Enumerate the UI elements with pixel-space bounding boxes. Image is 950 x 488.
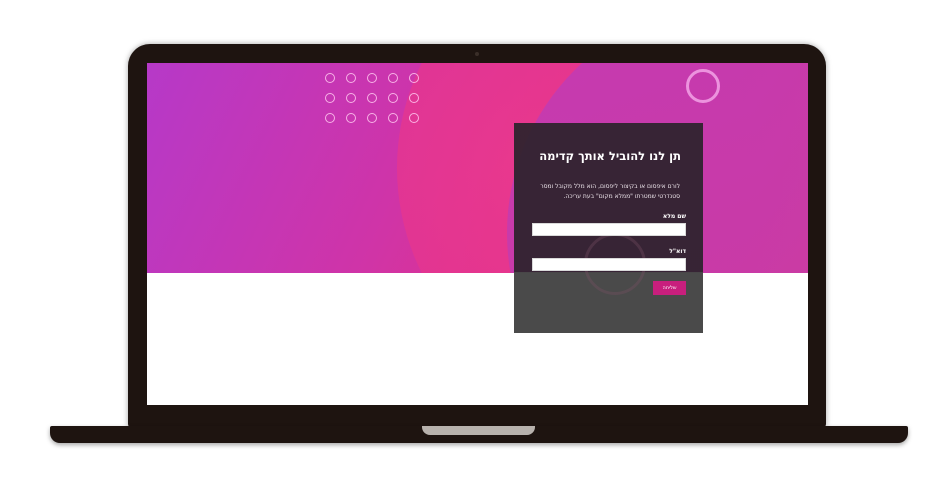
ring-icon <box>686 69 720 103</box>
dot-icon <box>409 73 419 83</box>
dot-icon <box>346 73 356 83</box>
dot-icon <box>325 93 335 103</box>
full-name-input[interactable] <box>532 223 686 236</box>
dot-icon <box>367 73 377 83</box>
dot-icon <box>346 93 356 103</box>
mockup-stage: תן לנו להוביל אותך קדימה לורם איפסום או … <box>0 0 950 488</box>
full-name-label: שם מלא <box>662 213 686 220</box>
dot-icon <box>367 93 377 103</box>
dot-icon <box>325 73 335 83</box>
laptop-notch <box>422 426 535 435</box>
dot-icon <box>409 113 419 123</box>
dot-icon <box>346 113 356 123</box>
laptop-screen: תן לנו להוביל אותך קדימה לורם איפסום או … <box>147 63 808 405</box>
dot-icon <box>367 113 377 123</box>
dot-icon <box>388 73 398 83</box>
dot-icon <box>388 113 398 123</box>
dot-icon <box>409 93 419 103</box>
form-description: לורם איפסום או בקיצור ליפסום, הוא מלל מק… <box>540 183 680 200</box>
hero-banner <box>147 63 808 273</box>
camera-icon <box>475 52 479 56</box>
email-input[interactable] <box>532 258 686 271</box>
form-title: תן לנו להוביל אותך קדימה <box>539 149 681 163</box>
dot-grid-icon <box>325 73 435 133</box>
email-label: דוא"ל <box>669 248 686 255</box>
dot-icon <box>388 93 398 103</box>
contact-form: תן לנו להוביל אותך קדימה לורם איפסום או … <box>514 123 703 333</box>
submit-button[interactable]: שליחה <box>653 281 686 295</box>
dot-icon <box>325 113 335 123</box>
